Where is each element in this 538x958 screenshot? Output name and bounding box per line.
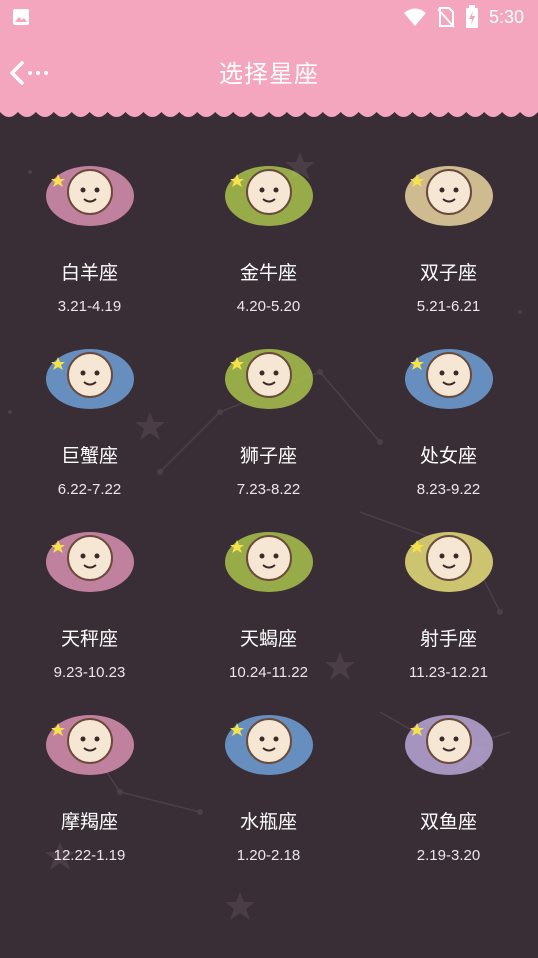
capricorn-icon	[46, 715, 134, 775]
zodiac-item[interactable]: 射手座 11.23-12.21	[359, 510, 538, 692]
zodiac-date-range: 5.21-6.21	[416, 298, 481, 315]
gemini-icon	[405, 166, 493, 226]
zodiac-item[interactable]: 摩羯座 12.22-1.19	[0, 693, 179, 875]
scorpio-icon	[225, 532, 313, 592]
page-title: 选择星座	[219, 60, 319, 88]
libra-icon	[46, 532, 134, 592]
zodiac-date-range: 6.22-7.22	[57, 481, 122, 498]
zodiac-date-range: 11.23-12.21	[409, 664, 488, 681]
aries-icon	[46, 166, 134, 226]
header-scalloped-edge	[0, 104, 538, 117]
zodiac-content: 白羊座 3.21-4.19 金牛座 4.20-5.20 双子座 5.21-6.21 巨蟹座 6…	[0, 112, 538, 958]
zodiac-date-range: 2.19-3.20	[416, 847, 481, 864]
cancer-icon	[46, 349, 134, 409]
zodiac-name: 双鱼座	[419, 811, 477, 833]
zodiac-name: 天蝎座	[239, 628, 297, 650]
zodiac-date-range: 10.24-11.22	[229, 664, 308, 681]
zodiac-item[interactable]: 巨蟹座 6.22-7.22	[0, 327, 179, 509]
no-sim-icon	[437, 7, 455, 28]
zodiac-item[interactable]: 双子座 5.21-6.21	[359, 144, 538, 326]
zodiac-date-range: 4.20-5.20	[236, 298, 301, 315]
zodiac-name: 巨蟹座	[60, 445, 118, 467]
zodiac-item[interactable]: 双鱼座 2.19-3.20	[359, 693, 538, 875]
zodiac-name: 狮子座	[239, 445, 297, 467]
zodiac-date-range: 9.23-10.23	[53, 664, 126, 681]
zodiac-item[interactable]: 天秤座 9.23-10.23	[0, 510, 179, 692]
zodiac-name: 金牛座	[239, 262, 297, 284]
zodiac-item[interactable]: 处女座 8.23-9.22	[359, 327, 538, 509]
zodiac-item[interactable]: 水瓶座 1.20-2.18	[179, 693, 358, 875]
image-icon	[13, 9, 29, 25]
status-time: 5:30	[488, 6, 524, 27]
aquarius-icon	[225, 715, 313, 775]
leo-icon	[225, 349, 313, 409]
zodiac-name: 天秤座	[60, 628, 118, 650]
zodiac-date-range: 3.21-4.19	[57, 298, 122, 315]
status-bar: 5:30	[0, 0, 538, 34]
zodiac-item[interactable]: 金牛座 4.20-5.20	[179, 144, 358, 326]
zodiac-date-range: 8.23-9.22	[416, 481, 481, 498]
zodiac-item[interactable]: 天蝎座 10.24-11.22	[179, 510, 358, 692]
sagittarius-icon	[405, 532, 493, 592]
zodiac-date-range: 7.23-8.22	[236, 481, 301, 498]
zodiac-date-range: 1.20-2.18	[236, 847, 301, 864]
zodiac-name: 射手座	[419, 628, 477, 650]
battery-charging-icon	[465, 5, 478, 28]
taurus-icon	[225, 166, 313, 226]
zodiac-name: 水瓶座	[239, 811, 297, 833]
zodiac-item[interactable]: 白羊座 3.21-4.19	[0, 144, 179, 326]
zodiac-date-range: 12.22-1.19	[53, 847, 126, 864]
wifi-icon	[403, 8, 426, 26]
zodiac-item[interactable]: 狮子座 7.23-8.22	[179, 327, 358, 509]
virgo-icon	[405, 349, 493, 409]
zodiac-name: 白羊座	[60, 262, 118, 284]
app-bar: 选择星座	[0, 34, 538, 112]
zodiac-name: 双子座	[419, 262, 477, 284]
zodiac-name: 处女座	[419, 445, 477, 467]
zodiac-name: 摩羯座	[60, 811, 118, 833]
pisces-icon	[405, 715, 493, 775]
